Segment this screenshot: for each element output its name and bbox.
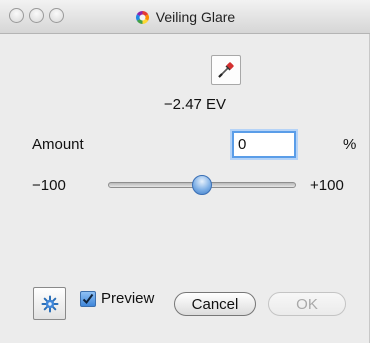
ev-readout: −2.47 EV <box>163 96 227 113</box>
amount-label: Amount <box>32 136 84 153</box>
preview-checkbox[interactable] <box>80 290 96 307</box>
slider-min-label: −100 <box>32 177 66 194</box>
settings-button[interactable] <box>33 287 66 320</box>
slider-max-label: +100 <box>310 177 344 194</box>
title-bar[interactable]: Veiling Glare <box>0 0 370 34</box>
window-title: Veiling Glare <box>0 0 370 34</box>
eyedropper-button[interactable] <box>211 55 241 85</box>
veiling-glare-dialog: Veiling Glare −2.47 EV Amount % −100 +10… <box>0 0 370 343</box>
color-wheel-icon <box>135 10 150 25</box>
amount-input[interactable] <box>232 131 296 158</box>
preview-toggle[interactable]: Preview <box>80 290 154 307</box>
preview-label: Preview <box>101 290 155 307</box>
gear-icon <box>41 295 58 312</box>
percent-unit-label: % <box>343 136 357 153</box>
window-title-text: Veiling Glare <box>155 9 236 25</box>
amount-slider-knob[interactable] <box>192 175 212 195</box>
cancel-button[interactable]: Cancel <box>174 292 256 316</box>
eyedropper-icon <box>218 62 234 78</box>
checkmark-icon <box>82 293 94 304</box>
ok-button[interactable]: OK <box>268 292 346 316</box>
